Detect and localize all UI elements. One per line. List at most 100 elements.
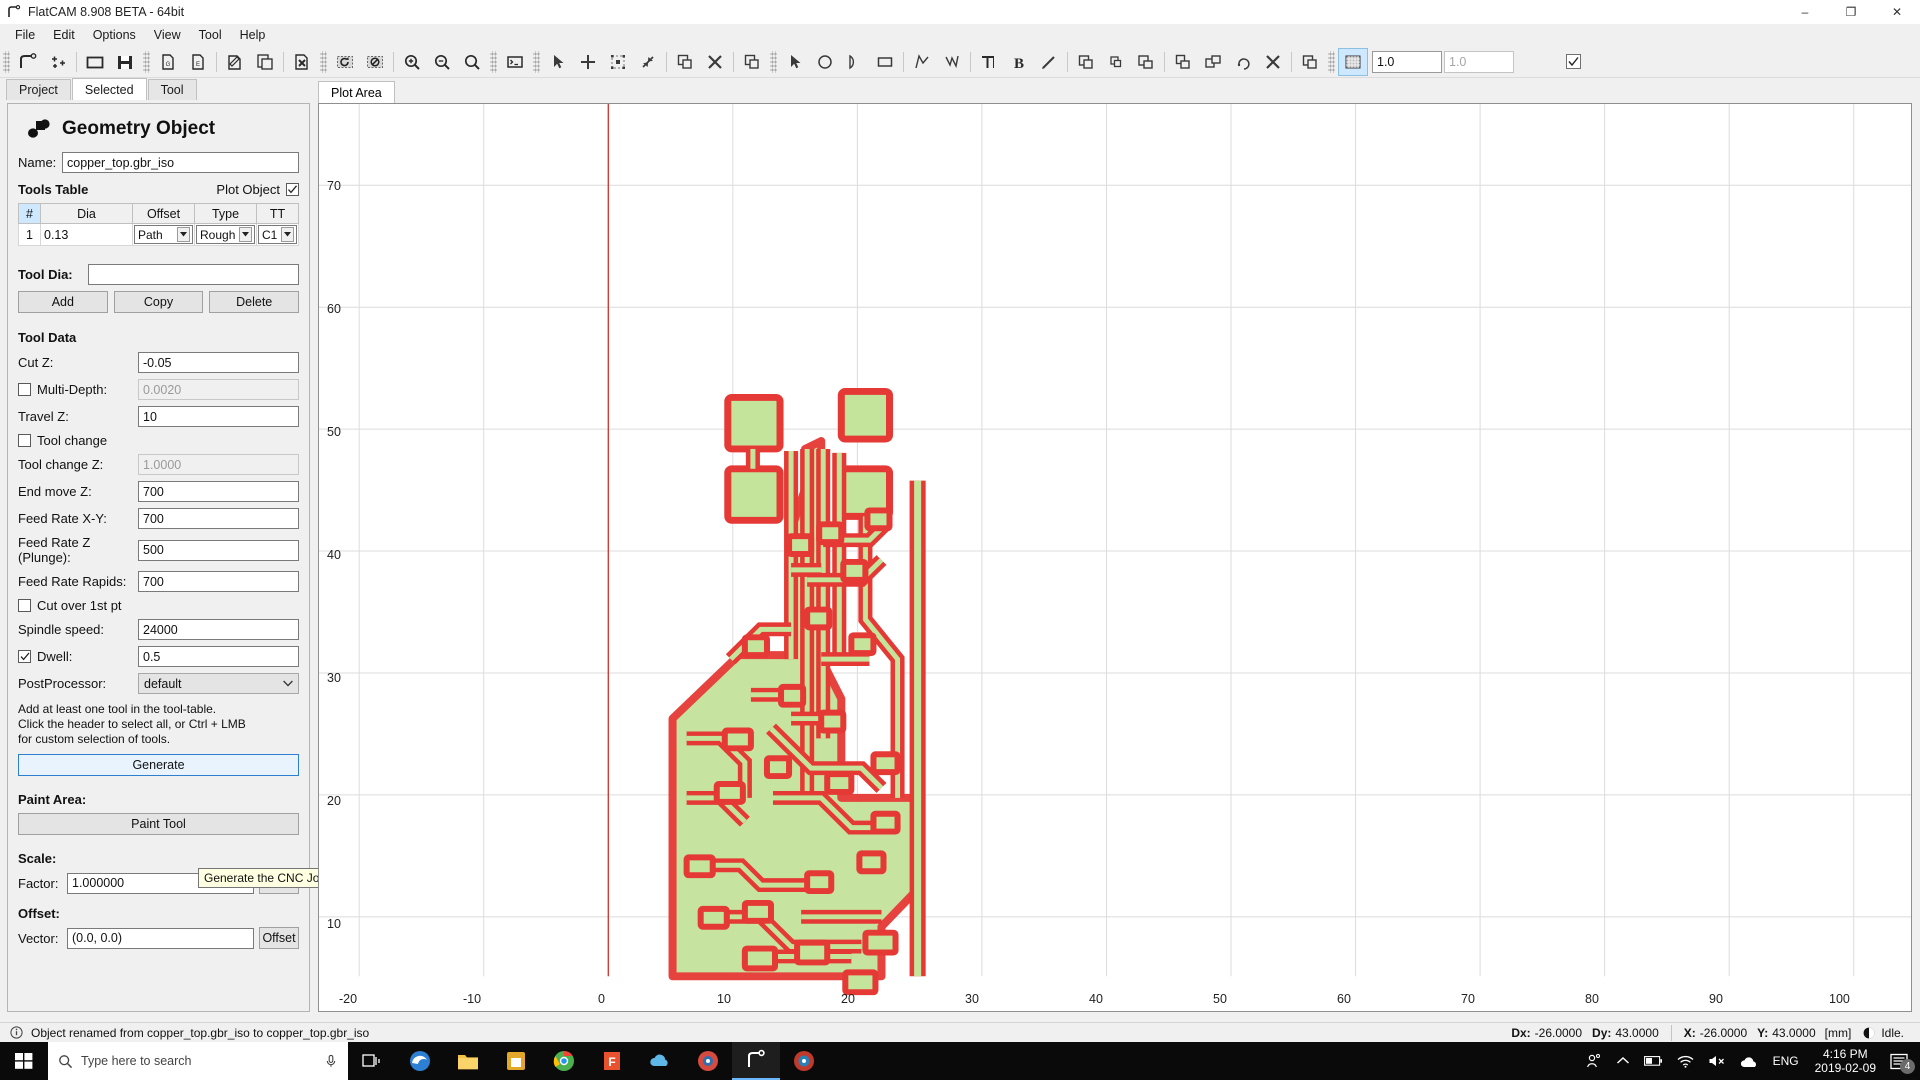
multi-depth-checkbox[interactable] <box>18 383 31 396</box>
copy-geo-icon[interactable] <box>1198 48 1228 76</box>
toolbar-grip[interactable] <box>3 50 10 73</box>
dwell-checkbox[interactable] <box>18 650 31 663</box>
delete-object-icon[interactable] <box>287 48 317 76</box>
travel-z-field[interactable]: 10 <box>138 406 299 427</box>
polygon-icon[interactable] <box>907 48 937 76</box>
text-tool-icon[interactable] <box>974 48 1004 76</box>
cut-over-first-point-checkbox[interactable] <box>18 599 31 612</box>
taskbar-app-edge[interactable] <box>396 1042 444 1080</box>
tools-col-dia[interactable]: Dia <box>40 203 133 224</box>
taskbar-app-explorer[interactable] <box>444 1042 492 1080</box>
taskbar-clock[interactable]: 4:16 PM 2019-02-09 <box>1815 1047 1876 1075</box>
tools-col-tt[interactable]: TT <box>256 203 299 224</box>
tool-change-checkbox[interactable] <box>18 434 31 447</box>
feed-rate-xy-field[interactable]: 700 <box>138 508 299 529</box>
resize-arrow-icon[interactable] <box>633 48 663 76</box>
union-icon[interactable] <box>1071 48 1101 76</box>
feed-rate-rapids-field[interactable]: 700 <box>138 571 299 592</box>
action-center-icon[interactable]: 4 <box>1890 1053 1915 1074</box>
toolbar-grip-7[interactable] <box>1328 50 1335 73</box>
plot-area-tab[interactable]: Plot Area <box>318 81 395 103</box>
search-input[interactable]: Type here to search <box>48 1042 348 1080</box>
command-line-icon[interactable] <box>500 48 530 76</box>
people-icon[interactable] <box>1585 1053 1602 1070</box>
maximize-button[interactable]: ❐ <box>1828 0 1874 24</box>
show-hidden-icons-icon[interactable] <box>1616 1056 1630 1066</box>
offset-vector-input[interactable]: (0.0, 0.0) <box>67 927 254 949</box>
union-shape-icon[interactable] <box>670 48 700 76</box>
replot-icon[interactable] <box>330 48 360 76</box>
row-dia[interactable]: 0.13 <box>40 223 133 246</box>
rotate-icon[interactable] <box>1228 48 1258 76</box>
paint-tool-button[interactable]: Paint Tool <box>18 813 299 835</box>
menu-help[interactable]: Help <box>231 26 275 44</box>
taskbar-app-cloud[interactable] <box>636 1042 684 1080</box>
delete-shape-icon[interactable] <box>700 48 730 76</box>
path-icon[interactable] <box>937 48 967 76</box>
open-folder-icon[interactable] <box>80 48 110 76</box>
clear-plot-icon[interactable] <box>360 48 390 76</box>
menu-edit[interactable]: Edit <box>44 26 84 44</box>
offset-button[interactable]: Offset <box>259 927 299 949</box>
feed-rate-z-field[interactable]: 500 <box>138 539 299 561</box>
end-move-z-field[interactable]: 700 <box>138 481 299 502</box>
cut-z-field[interactable]: -0.05 <box>138 352 299 373</box>
delete-tool-button[interactable]: Delete <box>209 291 300 313</box>
menu-tool[interactable]: Tool <box>190 26 231 44</box>
rectangle-icon[interactable] <box>870 48 900 76</box>
menu-options[interactable]: Options <box>84 26 145 44</box>
plot-object-checkbox[interactable] <box>286 183 299 196</box>
delete-geo-icon[interactable] <box>1258 48 1288 76</box>
taskbar-app-flatcam[interactable] <box>732 1042 780 1080</box>
table-row[interactable]: 1 0.13 Path Rough C1 <box>18 223 299 246</box>
tab-selected[interactable]: Selected <box>71 78 147 100</box>
spindle-speed-field[interactable]: 24000 <box>138 619 299 640</box>
tools-col-offset[interactable]: Offset <box>132 203 195 224</box>
close-button[interactable]: ✕ <box>1874 0 1920 24</box>
zoom-fit-icon[interactable] <box>457 48 487 76</box>
onedrive-icon[interactable] <box>1740 1055 1759 1068</box>
windows-start-icon[interactable] <box>0 1042 48 1080</box>
open-gcode-icon[interactable] <box>220 48 250 76</box>
dwell-label[interactable]: Dwell: <box>18 649 138 664</box>
plot-canvas[interactable]: -20 -10 0 10 20 30 40 50 60 70 80 90 100… <box>318 103 1912 1012</box>
menu-view[interactable]: View <box>145 26 190 44</box>
row-type-combo[interactable]: Rough <box>196 225 255 244</box>
subtract-icon[interactable] <box>1131 48 1161 76</box>
postprocessor-select[interactable]: default <box>138 673 299 694</box>
grid-x-input[interactable]: 1.0 <box>1372 50 1442 73</box>
snap-grid-icon[interactable] <box>1338 47 1368 76</box>
save-floppy-icon[interactable] <box>110 48 140 76</box>
select-arrow-icon[interactable] <box>543 48 573 76</box>
cut-over-first-point-label[interactable]: Cut over 1st pt <box>18 598 122 613</box>
toolbar-grip-4[interactable] <box>490 50 497 73</box>
intersection-icon[interactable] <box>1101 48 1131 76</box>
taskbar-app-store[interactable] <box>492 1042 540 1080</box>
tool-dia-input[interactable] <box>88 264 299 285</box>
move-geo-icon[interactable] <box>1295 48 1325 76</box>
multi-depth-label[interactable]: Multi-Depth: <box>18 382 138 397</box>
arc-icon[interactable] <box>840 48 870 76</box>
toolbar-grip-5[interactable] <box>533 50 540 73</box>
zoom-out-icon[interactable] <box>427 48 457 76</box>
copy-tool-button[interactable]: Copy <box>113 291 204 313</box>
open-excellon-icon[interactable]: E <box>183 48 213 76</box>
language-indicator[interactable]: ENG <box>1773 1054 1799 1068</box>
minimize-button[interactable]: – <box>1782 0 1828 24</box>
save-object-icon[interactable] <box>250 48 280 76</box>
zoom-in-icon[interactable] <box>397 48 427 76</box>
tool-change-label[interactable]: Tool change <box>18 433 107 448</box>
taskbar-app-chrome[interactable] <box>540 1042 588 1080</box>
wifi-icon[interactable] <box>1677 1055 1694 1068</box>
dwell-field[interactable]: 0.5 <box>138 646 299 667</box>
grid-y-input[interactable]: 1.0 <box>1444 50 1514 73</box>
volume-muted-icon[interactable] <box>1708 1054 1726 1068</box>
taskbar-app-foxit[interactable]: F <box>588 1042 636 1080</box>
paint-brush-icon[interactable] <box>1034 48 1064 76</box>
cut-icon[interactable] <box>1168 48 1198 76</box>
row-tt-combo[interactable]: C1 <box>258 225 297 244</box>
tools-table[interactable]: # Dia Offset Type TT 1 0.13 Path Rough C… <box>18 203 299 246</box>
buffer-icon[interactable]: B <box>1004 48 1034 76</box>
toolbar-grip-6[interactable] <box>770 50 777 73</box>
task-view-icon[interactable] <box>348 1042 396 1080</box>
